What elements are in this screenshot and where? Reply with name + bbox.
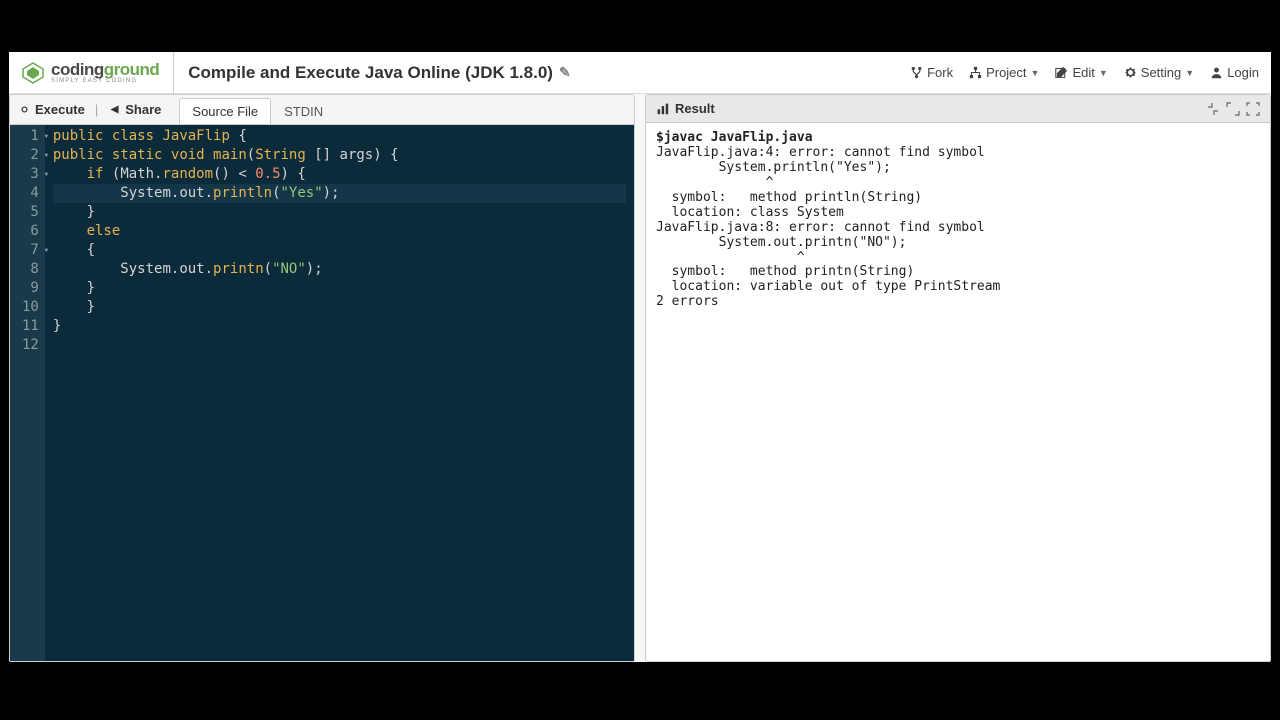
result-pane: Result $javac JavaFlip.java JavaFlip.jav… xyxy=(645,94,1271,662)
execute-button[interactable]: Execute xyxy=(18,102,85,117)
caret-down-icon: ▼ xyxy=(1099,68,1108,78)
result-title: Result xyxy=(675,101,715,116)
editor-tabs: Source File STDIN xyxy=(179,97,336,123)
caret-down-icon: ▼ xyxy=(1185,68,1194,78)
page-title: Compile and Execute Java Online (JDK 1.8… xyxy=(188,63,570,83)
editor-toolbar: Execute | Share Source File STDIN xyxy=(10,95,634,125)
toolbar-separator: | xyxy=(95,102,98,117)
tab-stdin[interactable]: STDIN xyxy=(271,98,336,124)
page-title-text: Compile and Execute Java Online (JDK 1.8… xyxy=(188,63,553,83)
header: codingground SIMPLY EASY CODING Compile … xyxy=(9,52,1271,94)
bar-chart-icon xyxy=(656,102,669,115)
user-icon xyxy=(1210,66,1223,79)
fork-icon xyxy=(910,66,923,79)
minimize-icon[interactable] xyxy=(1206,102,1220,116)
code-editor[interactable]: 123456789101112 public class JavaFlip {p… xyxy=(10,125,634,661)
pencil-square-icon xyxy=(1055,66,1068,79)
tab-source-file[interactable]: Source File xyxy=(179,98,271,124)
fork-button[interactable]: Fork xyxy=(910,65,953,80)
code-area[interactable]: public class JavaFlip {public static voi… xyxy=(45,125,634,661)
result-text: JavaFlip.java:4: error: cannot find symb… xyxy=(656,145,1000,309)
edit-menu[interactable]: Edit ▼ xyxy=(1055,65,1107,80)
result-output[interactable]: $javac JavaFlip.java JavaFlip.java:4: er… xyxy=(646,123,1270,661)
body: Execute | Share Source File STDIN 123456… xyxy=(9,94,1271,662)
logo-title: codingground xyxy=(51,61,159,78)
login-button[interactable]: Login xyxy=(1210,65,1259,80)
caret-down-icon: ▼ xyxy=(1031,68,1040,78)
sitemap-icon xyxy=(969,66,982,79)
edit-title-icon[interactable]: ✎ xyxy=(559,64,571,81)
fullscreen-icon[interactable] xyxy=(1246,102,1260,116)
logo-icon xyxy=(21,61,45,85)
share-icon xyxy=(108,103,121,116)
gear-icon xyxy=(1124,66,1137,79)
share-button[interactable]: Share xyxy=(108,102,161,117)
app-frame: codingground SIMPLY EASY CODING Compile … xyxy=(9,52,1271,662)
editor-pane: Execute | Share Source File STDIN 123456… xyxy=(9,94,635,662)
brand-logo[interactable]: codingground SIMPLY EASY CODING xyxy=(21,52,174,93)
gear-run-icon xyxy=(18,103,31,116)
result-command: $javac JavaFlip.java xyxy=(656,130,813,145)
line-gutter: 123456789101112 xyxy=(10,125,45,661)
setting-menu[interactable]: Setting ▼ xyxy=(1124,65,1194,80)
project-menu[interactable]: Project ▼ xyxy=(969,65,1039,80)
maximize-icon[interactable] xyxy=(1226,102,1240,116)
header-menu: Fork Project ▼ Edit ▼ Setting ▼ Login xyxy=(910,65,1259,80)
result-header: Result xyxy=(646,95,1270,123)
logo-tagline: SIMPLY EASY CODING xyxy=(51,78,159,84)
